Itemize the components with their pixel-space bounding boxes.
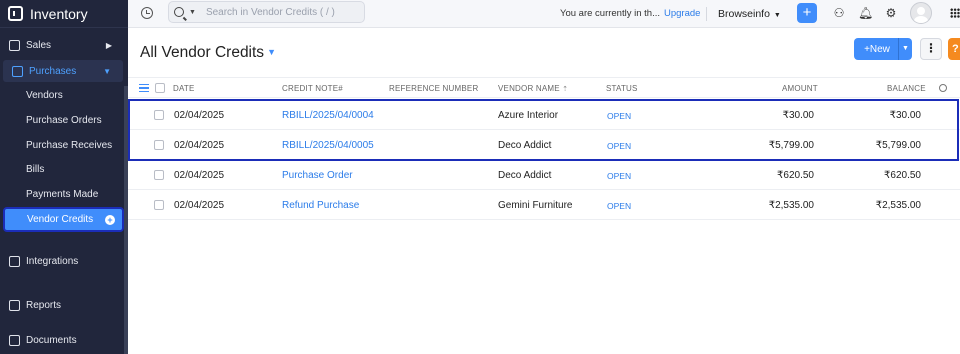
- column-header-status[interactable]: STATUS: [606, 84, 638, 93]
- trial-banner-text: You are currently in th...: [560, 8, 660, 19]
- page-title-text: All Vendor Credits: [140, 44, 265, 61]
- sidebar-item-vendors[interactable]: Vendors: [0, 84, 124, 106]
- sidebar-item-label: Documents: [26, 334, 77, 346]
- row-checkbox[interactable]: [154, 170, 164, 180]
- avatar[interactable]: [910, 2, 932, 24]
- new-button-label: +New: [864, 43, 890, 55]
- quick-create-button[interactable]: +: [797, 3, 817, 23]
- integrations-icon: [9, 255, 20, 267]
- cell-date: 02/04/2025: [174, 200, 225, 211]
- cell-credit-note-link[interactable]: Refund Purchase: [282, 200, 359, 211]
- sidebar-item-label: Payments Made: [26, 188, 99, 200]
- chevron-down-icon[interactable]: ▼: [189, 9, 196, 16]
- sidebar-item-label: Vendor Credits: [27, 214, 94, 225]
- reports-icon: [9, 299, 20, 311]
- column-header-label: VENDOR NAME: [498, 84, 560, 93]
- chevron-down-icon: ▼: [771, 12, 781, 19]
- sidebar-item-label: Reports: [26, 299, 62, 311]
- divider: [706, 7, 707, 21]
- brand-icon: [8, 6, 23, 21]
- sidebar-item-label: Integrations: [26, 255, 79, 267]
- chevron-down-icon: ▼: [267, 47, 276, 57]
- documents-icon: [9, 334, 20, 346]
- search-input[interactable]: [205, 6, 356, 18]
- sidebar-item-documents[interactable]: Documents: [0, 329, 124, 351]
- cell-balance: ₹2,535.00: [875, 200, 921, 211]
- cell-amount: ₹620.50: [777, 170, 814, 181]
- sort-icon: ⇡: [562, 86, 569, 93]
- top-bar: ▼ You are currently in th... Upgrade Bro…: [128, 0, 960, 28]
- column-header-date[interactable]: DATE: [173, 84, 195, 93]
- sidebar: Inventory Sales ▶ Purchases ▼ Vendors Pu…: [0, 0, 128, 354]
- add-vendor-credit-icon[interactable]: +: [105, 214, 115, 225]
- apps-icon[interactable]: [950, 8, 960, 18]
- sidebar-item-integrations[interactable]: Integrations: [0, 250, 124, 272]
- cell-credit-note-link[interactable]: Purchase Order: [282, 170, 353, 181]
- organization-switcher[interactable]: Browseinfo ▼: [718, 8, 781, 20]
- history-icon[interactable]: [141, 7, 153, 19]
- sidebar-item-label: Purchase Receives: [26, 139, 113, 151]
- column-search-icon[interactable]: [939, 84, 947, 92]
- sidebar-item-bills[interactable]: Bills: [0, 158, 124, 180]
- cell-vendor-name: Gemini Furniture: [498, 200, 573, 211]
- sidebar-item-vendor-credits[interactable]: Vendor Credits +: [3, 207, 124, 232]
- help-button[interactable]: ?: [948, 38, 960, 60]
- table-row[interactable]: 02/04/2025 Purchase Order Deco Addict OP…: [128, 160, 960, 190]
- column-header-balance[interactable]: BALANCE: [887, 84, 926, 93]
- users-icon[interactable]: ⚇: [832, 6, 846, 20]
- cell-amount: ₹2,535.00: [768, 200, 814, 211]
- selection-highlight: [128, 99, 959, 161]
- table-row[interactable]: 02/04/2025 Refund Purchase Gemini Furnit…: [128, 190, 960, 220]
- search-box[interactable]: ▼: [168, 1, 365, 23]
- sidebar-item-label: Sales: [26, 39, 52, 51]
- cell-status: OPEN: [607, 171, 632, 181]
- chevron-right-icon: ▶: [105, 40, 112, 50]
- sidebar-item-payments-made[interactable]: Payments Made: [0, 183, 124, 205]
- column-header-credit-note[interactable]: CREDIT NOTE#: [282, 84, 343, 93]
- row-checkbox[interactable]: [154, 200, 164, 210]
- sidebar-item-purchase-orders[interactable]: Purchase Orders: [0, 109, 124, 131]
- upgrade-link[interactable]: Upgrade: [664, 8, 700, 19]
- brand[interactable]: Inventory: [0, 0, 128, 28]
- search-icon: [174, 7, 184, 17]
- chevron-down-icon[interactable]: ▼: [898, 38, 912, 60]
- chevron-down-icon: ▼: [103, 66, 111, 76]
- column-header-amount[interactable]: AMOUNT: [782, 84, 818, 93]
- cart-icon: [9, 39, 20, 51]
- app-name: Inventory: [30, 5, 88, 22]
- sidebar-item-sales[interactable]: Sales ▶: [0, 34, 124, 56]
- new-button[interactable]: +New ▼: [854, 38, 912, 60]
- sidebar-item-label: Vendors: [26, 89, 63, 101]
- sidebar-item-purchases[interactable]: Purchases ▼: [3, 60, 123, 82]
- sidebar-item-purchase-receives[interactable]: Purchase Receives: [0, 134, 124, 156]
- sidebar-item-label: Bills: [26, 163, 45, 175]
- sidebar-item-label: Purchase Orders: [26, 114, 102, 126]
- table-header: DATE CREDIT NOTE# REFERENCE NUMBER VENDO…: [128, 77, 960, 98]
- page-title[interactable]: All Vendor Credits ▼: [140, 44, 276, 62]
- cell-vendor-name: Deco Addict: [498, 170, 552, 181]
- bag-icon: [12, 65, 23, 77]
- cell-status: OPEN: [607, 201, 632, 211]
- sidebar-item-label: Purchases: [29, 65, 77, 77]
- select-all-checkbox[interactable]: [155, 83, 165, 93]
- sidebar-item-reports[interactable]: Reports: [0, 294, 124, 316]
- column-header-reference-number[interactable]: REFERENCE NUMBER: [389, 84, 478, 93]
- gear-icon[interactable]: ⚙: [884, 6, 898, 20]
- organization-name: Browseinfo: [718, 8, 770, 20]
- bell-icon[interactable]: 🔔︎: [858, 6, 873, 20]
- more-options-button[interactable]: ⋮: [920, 38, 942, 60]
- cell-balance: ₹620.50: [884, 170, 921, 181]
- column-header-vendor-name[interactable]: VENDOR NAME ⇡: [498, 84, 568, 93]
- filter-icon[interactable]: [139, 84, 149, 92]
- cell-date: 02/04/2025: [174, 170, 225, 181]
